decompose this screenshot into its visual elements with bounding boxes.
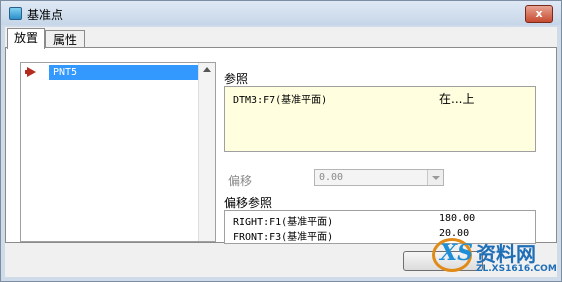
list-scrollbar[interactable] [198,63,215,241]
offset-ref-name: RIGHT:F1(基准平面) [233,217,334,228]
point-list[interactable]: PNT5 [20,62,216,242]
offset-dropdown-button[interactable] [427,170,443,185]
watermark: XS 资料网 ZL.XS1616.COM [432,236,560,280]
offset-ref-name: FRONT:F3(基准平面) [233,232,334,243]
tab-properties[interactable]: 属性 [45,30,85,48]
reference-name[interactable]: DTM3:F7(基准平面) [233,91,327,106]
current-arrow-icon-head [27,67,36,77]
placement-panel: PNT5 参照 DTM3:F7(基准平面) 在...上 偏移 0.00 偏移参照 [5,47,557,244]
offset-value: 0.00 [319,172,344,183]
offset-ref-value[interactable]: 180.00 [439,213,475,224]
list-item[interactable]: PNT5 [49,65,199,80]
app-icon [9,7,22,20]
offset-combobox[interactable]: 0.00 [314,169,444,186]
chevron-down-icon [432,176,440,180]
offset-references-label: 偏移参照 [224,196,273,210]
references-collector[interactable]: DTM3:F7(基准平面) 在...上 [224,86,536,152]
close-icon: x [535,7,543,20]
watermark-text: 资料网 [476,242,536,266]
watermark-url: ZL.XS1616.COM [476,264,557,274]
table-row[interactable]: RIGHT:F1(基准平面) 180.00 [233,213,533,228]
scroll-up-icon[interactable] [203,67,211,72]
watermark-logo-letter: XS [440,240,473,266]
title-bar[interactable]: 基准点 x [1,1,561,25]
references-label: 参照 [224,72,249,86]
window-title: 基准点 [27,8,64,22]
tab-placement[interactable]: 放置 [7,28,45,49]
close-button[interactable]: x [525,5,553,23]
reference-constraint[interactable]: 在...上 [439,90,474,107]
offset-label: 偏移 [228,174,253,188]
